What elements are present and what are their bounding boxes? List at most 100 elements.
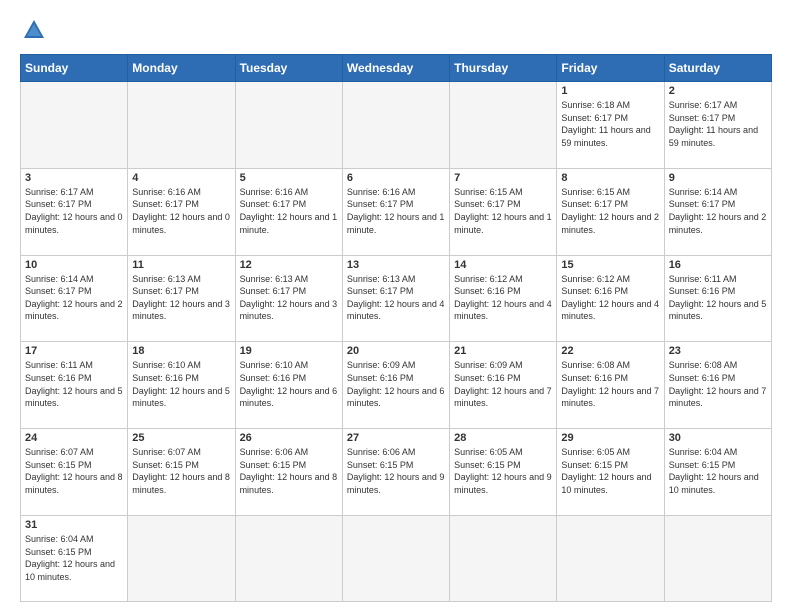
day-number: 9: [669, 172, 767, 184]
weekday-header-sunday: Sunday: [21, 55, 128, 82]
day-info: Sunrise: 6:16 AM Sunset: 6:17 PM Dayligh…: [132, 186, 230, 236]
day-info: Sunrise: 6:09 AM Sunset: 6:16 PM Dayligh…: [347, 359, 445, 409]
day-info: Sunrise: 6:12 AM Sunset: 6:16 PM Dayligh…: [454, 273, 552, 323]
calendar-cell: 16 Sunrise: 6:11 AM Sunset: 6:16 PM Dayli…: [664, 255, 771, 342]
day-info: Sunrise: 6:12 AM Sunset: 6:16 PM Dayligh…: [561, 273, 659, 323]
day-info: Sunrise: 6:15 AM Sunset: 6:17 PM Dayligh…: [561, 186, 659, 236]
calendar-cell: 12 Sunrise: 6:13 AM Sunset: 6:17 PM Dayli…: [235, 255, 342, 342]
day-number: 11: [132, 259, 230, 271]
day-number: 1: [561, 85, 659, 97]
calendar-cell: 2 Sunrise: 6:17 AM Sunset: 6:17 PM Daylig…: [664, 82, 771, 169]
logo-icon: [20, 16, 48, 44]
calendar-cell: [664, 515, 771, 601]
calendar-cell: 11 Sunrise: 6:13 AM Sunset: 6:17 PM Dayli…: [128, 255, 235, 342]
calendar-cell: [450, 515, 557, 601]
day-info: Sunrise: 6:11 AM Sunset: 6:16 PM Dayligh…: [669, 273, 767, 323]
calendar-cell: 24Sunrise: 6:07 AM Sunset: 6:15 PM Dayli…: [21, 429, 128, 516]
calendar-cell: 27 Sunrise: 6:06 AM Sunset: 6:15 PM Dayli…: [342, 429, 449, 516]
day-number: 16: [669, 259, 767, 271]
calendar-cell: [235, 515, 342, 601]
day-number: 2: [669, 85, 767, 97]
calendar-cell: 6Sunrise: 6:16 AM Sunset: 6:17 PM Daylig…: [342, 168, 449, 255]
calendar-cell: 14Sunrise: 6:12 AM Sunset: 6:16 PM Dayli…: [450, 255, 557, 342]
day-number: 31: [25, 519, 123, 531]
day-info: Sunrise: 6:11 AM Sunset: 6:16 PM Dayligh…: [25, 359, 123, 409]
calendar-cell: 15Sunrise: 6:12 AM Sunset: 6:16 PM Dayli…: [557, 255, 664, 342]
page: SundayMondayTuesdayWednesdayThursdayFrid…: [0, 0, 792, 612]
day-info: Sunrise: 6:10 AM Sunset: 6:16 PM Dayligh…: [240, 359, 338, 409]
day-number: 27: [347, 432, 445, 444]
day-info: Sunrise: 6:17 AM Sunset: 6:17 PM Dayligh…: [25, 186, 123, 236]
day-number: 24: [25, 432, 123, 444]
day-info: Sunrise: 6:13 AM Sunset: 6:17 PM Dayligh…: [132, 273, 230, 323]
day-info: Sunrise: 6:06 AM Sunset: 6:15 PM Dayligh…: [347, 446, 445, 496]
day-number: 23: [669, 345, 767, 357]
day-number: 26: [240, 432, 338, 444]
calendar-cell: 18 Sunrise: 6:10 AM Sunset: 6:16 PM Dayli…: [128, 342, 235, 429]
day-info: Sunrise: 6:07 AM Sunset: 6:15 PM Dayligh…: [132, 446, 230, 496]
calendar-cell: [342, 82, 449, 169]
calendar-cell: 19Sunrise: 6:10 AM Sunset: 6:16 PM Dayli…: [235, 342, 342, 429]
calendar-cell: 25 Sunrise: 6:07 AM Sunset: 6:15 PM Dayli…: [128, 429, 235, 516]
day-info: Sunrise: 6:06 AM Sunset: 6:15 PM Dayligh…: [240, 446, 338, 496]
calendar-cell: 21 Sunrise: 6:09 AM Sunset: 6:16 PM Dayli…: [450, 342, 557, 429]
day-number: 6: [347, 172, 445, 184]
day-info: Sunrise: 6:09 AM Sunset: 6:16 PM Dayligh…: [454, 359, 552, 409]
calendar-cell: [128, 82, 235, 169]
calendar-cell: [21, 82, 128, 169]
day-info: Sunrise: 6:08 AM Sunset: 6:16 PM Dayligh…: [561, 359, 659, 409]
week-row-5: 31 Sunrise: 6:04 AM Sunset: 6:15 PM Dayli…: [21, 515, 772, 601]
day-info: Sunrise: 6:04 AM Sunset: 6:15 PM Dayligh…: [669, 446, 767, 496]
day-number: 30: [669, 432, 767, 444]
calendar-cell: 30 Sunrise: 6:04 AM Sunset: 6:15 PM Dayli…: [664, 429, 771, 516]
day-number: 22: [561, 345, 659, 357]
day-info: Sunrise: 6:10 AM Sunset: 6:16 PM Dayligh…: [132, 359, 230, 409]
calendar-cell: 17Sunrise: 6:11 AM Sunset: 6:16 PM Dayli…: [21, 342, 128, 429]
day-info: Sunrise: 6:14 AM Sunset: 6:17 PM Dayligh…: [669, 186, 767, 236]
calendar-cell: [235, 82, 342, 169]
calendar-table: SundayMondayTuesdayWednesdayThursdayFrid…: [20, 54, 772, 602]
day-number: 13: [347, 259, 445, 271]
day-info: Sunrise: 6:13 AM Sunset: 6:17 PM Dayligh…: [240, 273, 338, 323]
calendar-cell: 3Sunrise: 6:17 AM Sunset: 6:17 PM Daylig…: [21, 168, 128, 255]
day-info: Sunrise: 6:16 AM Sunset: 6:17 PM Dayligh…: [240, 186, 338, 236]
calendar-cell: 31 Sunrise: 6:04 AM Sunset: 6:15 PM Dayli…: [21, 515, 128, 601]
calendar-cell: [450, 82, 557, 169]
calendar-cell: 28Sunrise: 6:05 AM Sunset: 6:15 PM Dayli…: [450, 429, 557, 516]
week-row-3: 17Sunrise: 6:11 AM Sunset: 6:16 PM Dayli…: [21, 342, 772, 429]
calendar-cell: 23 Sunrise: 6:08 AM Sunset: 6:16 PM Dayli…: [664, 342, 771, 429]
day-info: Sunrise: 6:17 AM Sunset: 6:17 PM Dayligh…: [669, 99, 767, 149]
week-row-2: 10 Sunrise: 6:14 AM Sunset: 6:17 PM Dayli…: [21, 255, 772, 342]
logo: [20, 16, 52, 44]
day-number: 5: [240, 172, 338, 184]
calendar-cell: 9 Sunrise: 6:14 AM Sunset: 6:17 PM Daylig…: [664, 168, 771, 255]
day-info: Sunrise: 6:04 AM Sunset: 6:15 PM Dayligh…: [25, 533, 123, 583]
day-number: 7: [454, 172, 552, 184]
calendar-cell: 20 Sunrise: 6:09 AM Sunset: 6:16 PM Dayli…: [342, 342, 449, 429]
day-info: Sunrise: 6:15 AM Sunset: 6:17 PM Dayligh…: [454, 186, 552, 236]
day-number: 21: [454, 345, 552, 357]
day-number: 29: [561, 432, 659, 444]
day-info: Sunrise: 6:05 AM Sunset: 6:15 PM Dayligh…: [454, 446, 552, 496]
day-number: 12: [240, 259, 338, 271]
weekday-header-saturday: Saturday: [664, 55, 771, 82]
weekday-header-tuesday: Tuesday: [235, 55, 342, 82]
calendar-cell: 13 Sunrise: 6:13 AM Sunset: 6:17 PM Dayli…: [342, 255, 449, 342]
day-number: 20: [347, 345, 445, 357]
weekday-header-thursday: Thursday: [450, 55, 557, 82]
weekday-header-friday: Friday: [557, 55, 664, 82]
weekday-header-monday: Monday: [128, 55, 235, 82]
day-number: 18: [132, 345, 230, 357]
day-info: Sunrise: 6:08 AM Sunset: 6:16 PM Dayligh…: [669, 359, 767, 409]
day-info: Sunrise: 6:05 AM Sunset: 6:15 PM Dayligh…: [561, 446, 659, 496]
day-info: Sunrise: 6:14 AM Sunset: 6:17 PM Dayligh…: [25, 273, 123, 323]
day-number: 25: [132, 432, 230, 444]
day-info: Sunrise: 6:13 AM Sunset: 6:17 PM Dayligh…: [347, 273, 445, 323]
day-number: 10: [25, 259, 123, 271]
week-row-1: 3Sunrise: 6:17 AM Sunset: 6:17 PM Daylig…: [21, 168, 772, 255]
calendar-cell: 7 Sunrise: 6:15 AM Sunset: 6:17 PM Daylig…: [450, 168, 557, 255]
week-row-0: 1Sunrise: 6:18 AM Sunset: 6:17 PM Daylig…: [21, 82, 772, 169]
header: [20, 16, 772, 44]
week-row-4: 24 Sunrise: 6:07 AM Sunset: 6:15 PM Dayli…: [21, 429, 772, 516]
calendar-cell: [342, 515, 449, 601]
